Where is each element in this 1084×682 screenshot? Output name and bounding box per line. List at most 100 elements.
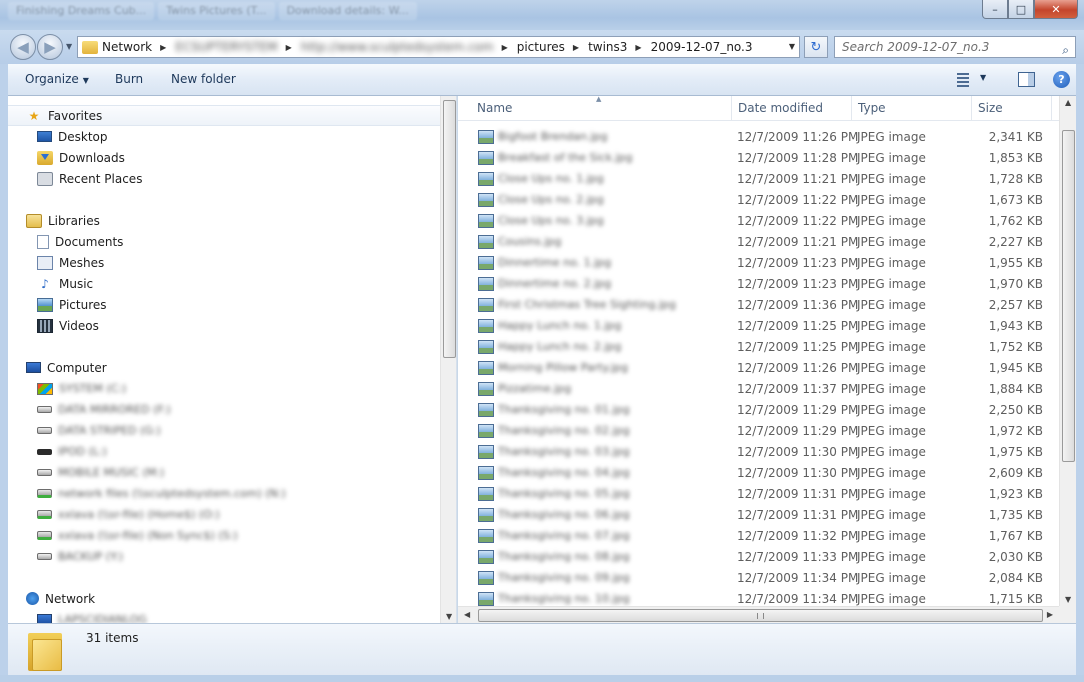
scroll-up-icon[interactable]: ▲ <box>1065 98 1071 107</box>
close-button[interactable]: ✕ <box>1034 0 1078 19</box>
table-row[interactable]: Thanksgiving no. 04.jpg 12/7/2009 11:30 P… <box>458 463 1059 484</box>
nav-item-network-computer[interactable]: LAPSCIDIANLOG <box>8 609 440 623</box>
music-icon: ♪ <box>41 276 49 291</box>
table-row[interactable]: Pizzatime.jpg 12/7/2009 11:37 PM JPEG imag… <box>458 379 1059 400</box>
breadcrumb-item[interactable]: ECSUPTERYSTEM <box>175 40 277 54</box>
table-row[interactable]: Close Ups no. 1.jpg 12/7/2009 11:21 PM JPE… <box>458 169 1059 190</box>
scroll-thumb[interactable] <box>443 100 456 358</box>
nav-item-drive[interactable]: DATA STRIPED (G:) <box>8 420 440 441</box>
breadcrumb-separator-icon[interactable]: ▶ <box>573 43 579 52</box>
table-row[interactable]: First Christmas Tree Sighting.jpg 12/7/20… <box>458 295 1059 316</box>
nav-item-desktop[interactable]: Desktop <box>8 126 440 147</box>
breadcrumb-separator-icon[interactable]: ▶ <box>286 43 292 52</box>
search-input[interactable]: Search 2009-12-07_no.3 ⌕ <box>834 36 1076 58</box>
file-name: First Christmas Tree Sighting.jpg <box>498 298 676 311</box>
nav-item-recent-places[interactable]: Recent Places <box>8 168 440 189</box>
nav-item-drive[interactable]: SYSTEM (C:) <box>8 378 440 399</box>
table-row[interactable]: Thanksgiving no. 01.jpg 12/7/2009 11:29 P… <box>458 400 1059 421</box>
nav-item-drive[interactable]: DATA MIRRORED (F:) <box>8 399 440 420</box>
column-divider[interactable] <box>851 96 852 121</box>
table-row[interactable]: Morning Pillow Party.jpg 12/7/2009 11:26 … <box>458 358 1059 379</box>
scroll-right-icon[interactable]: ▶ <box>1047 610 1053 619</box>
new-folder-button[interactable]: New folder <box>171 72 236 86</box>
nav-favorites[interactable]: ★ Favorites <box>8 105 440 126</box>
table-row[interactable]: Dinnertime no. 2.jpg 12/7/2009 11:23 PM JP… <box>458 274 1059 295</box>
column-header-date[interactable]: Date modified <box>738 101 823 115</box>
drive-icon <box>37 427 52 434</box>
column-divider[interactable] <box>731 96 732 121</box>
table-row[interactable]: Bigfoot Brendan.jpg 12/7/2009 11:26 PM JPE… <box>458 127 1059 148</box>
column-divider[interactable] <box>1051 96 1052 121</box>
file-type: JPEG image <box>857 214 926 228</box>
help-icon[interactable]: ? <box>1053 71 1070 88</box>
column-header-name[interactable]: Name <box>477 101 512 115</box>
nav-item-documents[interactable]: Documents <box>8 231 440 252</box>
scroll-down-icon[interactable]: ▼ <box>446 612 452 621</box>
nav-libraries[interactable]: Libraries <box>8 210 440 231</box>
back-button[interactable]: ◀ <box>10 34 36 60</box>
breadcrumb-separator-icon[interactable]: ▶ <box>160 43 166 52</box>
file-type: JPEG image <box>857 466 926 480</box>
nav-item-network-drive[interactable]: network files (\\sculptedsystem.com) (N:… <box>8 483 440 504</box>
column-divider[interactable] <box>971 96 972 121</box>
magnifier-icon[interactable]: ⌕ <box>1062 40 1069 57</box>
table-row[interactable]: Dinnertime no. 1.jpg 12/7/2009 11:23 PM JP… <box>458 253 1059 274</box>
table-row[interactable]: Thanksgiving no. 08.jpg 12/7/2009 11:33 P… <box>458 547 1059 568</box>
file-date-modified: 12/7/2009 11:31 PM <box>737 508 859 522</box>
column-header-size[interactable]: Size <box>978 101 1003 115</box>
preview-pane-icon[interactable] <box>1018 72 1035 87</box>
breadcrumb-separator-icon[interactable]: ▶ <box>502 43 508 52</box>
breadcrumb-item[interactable]: Network <box>102 40 152 54</box>
table-row[interactable]: Breakfast of the Sick.jpg 12/7/2009 11:28… <box>458 148 1059 169</box>
breadcrumb-item[interactable]: http://www.sculptedsystem.com <box>301 40 494 54</box>
nav-item-drive[interactable]: MOBILE MUSIC (M:) <box>8 462 440 483</box>
table-row[interactable]: Close Ups no. 2.jpg 12/7/2009 11:22 PM JPE… <box>458 190 1059 211</box>
table-row[interactable]: Thanksgiving no. 05.jpg 12/7/2009 11:31 P… <box>458 484 1059 505</box>
file-name: Dinnertime no. 1.jpg <box>498 256 612 269</box>
nav-item-drive[interactable]: IPOD (L:) <box>8 441 440 462</box>
recent-pages-dropdown[interactable]: ▼ <box>66 42 72 51</box>
nav-item-network-drive[interactable]: xxlava (\\sr-file) (Home$) (O:) <box>8 504 440 525</box>
organize-menu[interactable]: Organize ▼ <box>25 72 89 86</box>
scroll-down-icon[interactable]: ▼ <box>1065 595 1071 604</box>
table-row[interactable]: Thanksgiving no. 06.jpg 12/7/2009 11:31 P… <box>458 505 1059 526</box>
breadcrumb: Network ▶ ECSUPTERYSTEM ▶ http://www.sculp… <box>102 40 753 54</box>
file-list-scrollbar[interactable]: ▲ ▼ <box>1059 96 1076 606</box>
table-row[interactable]: Thanksgiving no. 03.jpg 12/7/2009 11:30 P… <box>458 442 1059 463</box>
refresh-button[interactable]: ↻ <box>804 36 828 58</box>
views-icon[interactable] <box>954 71 972 87</box>
table-row[interactable]: Close Ups no. 3.jpg 12/7/2009 11:22 PM JPE… <box>458 211 1059 232</box>
column-header-type[interactable]: Type <box>858 101 886 115</box>
nav-network[interactable]: Network <box>8 588 440 609</box>
breadcrumb-item[interactable]: pictures <box>517 40 565 54</box>
table-row[interactable]: Thanksgiving no. 02.jpg 12/7/2009 11:29 P… <box>458 421 1059 442</box>
burn-button[interactable]: Burn <box>115 72 143 86</box>
nav-item-downloads[interactable]: Downloads <box>8 147 440 168</box>
scroll-thumb[interactable] <box>1062 130 1075 462</box>
minimize-button[interactable]: – <box>982 0 1008 19</box>
nav-item-network-drive[interactable]: xxlava (\\sr-file) (Non Sync$) (S:) <box>8 525 440 546</box>
table-row[interactable]: Thanksgiving no. 09.jpg 12/7/2009 11:34 P… <box>458 568 1059 589</box>
table-row[interactable]: Happy Lunch no. 2.jpg 12/7/2009 11:25 PM J… <box>458 337 1059 358</box>
views-dropdown-icon[interactable]: ▼ <box>980 73 986 82</box>
scroll-left-icon[interactable]: ◀ <box>464 610 470 619</box>
nav-item-videos[interactable]: Videos <box>8 315 440 336</box>
breadcrumb-separator-icon[interactable]: ▶ <box>635 43 641 52</box>
table-row[interactable]: Happy Lunch no. 1.jpg 12/7/2009 11:25 PM J… <box>458 316 1059 337</box>
table-row[interactable]: Thanksgiving no. 07.jpg 12/7/2009 11:32 P… <box>458 526 1059 547</box>
maximize-button[interactable]: □ <box>1008 0 1034 19</box>
address-bar[interactable]: Network ▶ ECSUPTERYSTEM ▶ http://www.sculp… <box>77 36 800 58</box>
breadcrumb-item[interactable]: twins3 <box>588 40 627 54</box>
breadcrumb-item[interactable]: 2009-12-07_no.3 <box>651 40 753 54</box>
nav-item-pictures[interactable]: Pictures <box>8 294 440 315</box>
nav-item-music[interactable]: ♪ Music <box>8 273 440 294</box>
table-row[interactable]: Cousins.jpg 12/7/2009 11:21 PM JPEG image 2… <box>458 232 1059 253</box>
scroll-thumb[interactable] <box>478 609 1043 622</box>
nav-computer[interactable]: Computer <box>8 357 440 378</box>
nav-item-drive[interactable]: BACKUP (Y:) <box>8 546 440 567</box>
address-dropdown-icon[interactable]: ▼ <box>789 42 795 51</box>
nav-item-meshes[interactable]: Meshes <box>8 252 440 273</box>
forward-button[interactable]: ▶ <box>37 34 63 60</box>
nav-scrollbar[interactable]: ▲ ▼ <box>440 96 456 623</box>
horizontal-scrollbar[interactable]: ◀ ▶ <box>458 606 1059 623</box>
